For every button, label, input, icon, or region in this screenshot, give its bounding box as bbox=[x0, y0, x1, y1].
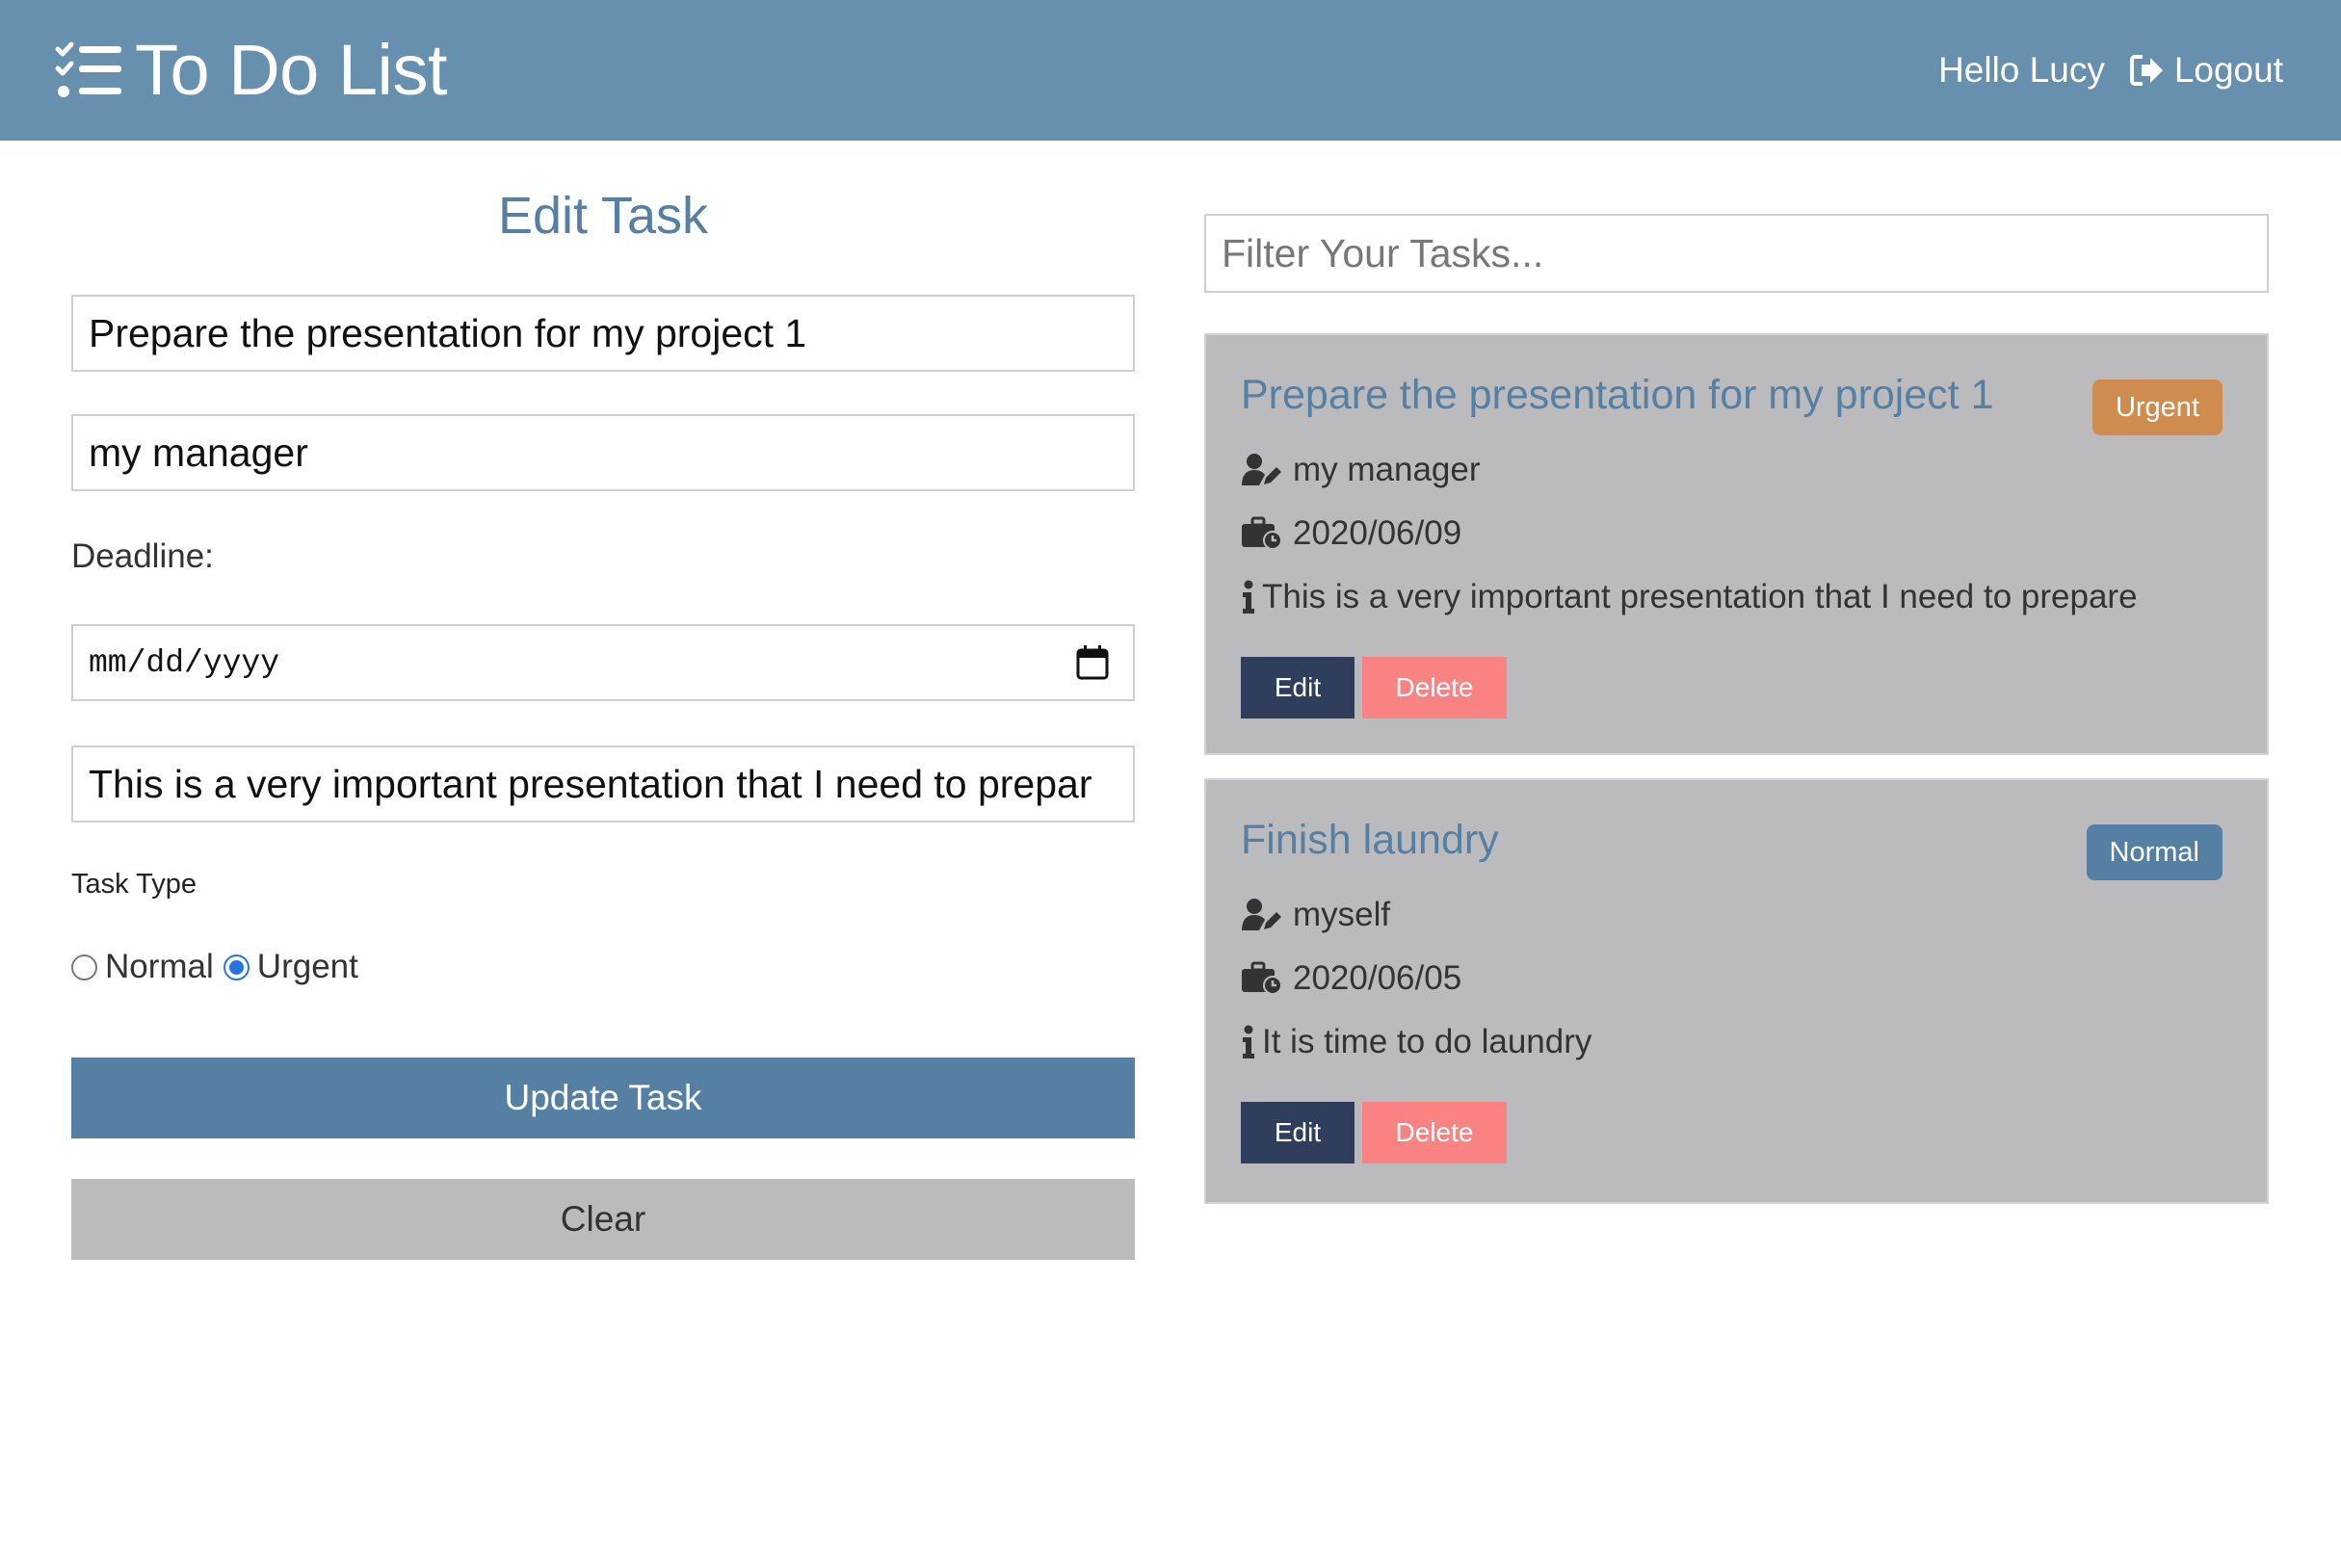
assignee-text: myself bbox=[1293, 896, 1391, 933]
task-deadline: 2020/06/09 bbox=[1241, 514, 1461, 553]
sign-out-icon bbox=[2129, 55, 2163, 86]
radio-normal-label[interactable]: Normal bbox=[105, 948, 214, 986]
task-assignee: my manager bbox=[1241, 451, 1481, 489]
radio-normal[interactable] bbox=[71, 954, 97, 980]
user-edit-icon bbox=[1242, 899, 1281, 930]
update-task-button[interactable]: Update Task bbox=[71, 1058, 1135, 1138]
task-type-label: Task Type bbox=[71, 869, 197, 900]
deadline-text: 2020/06/09 bbox=[1293, 514, 1462, 552]
assignee-text: my manager bbox=[1293, 451, 1481, 488]
filter-placeholder: Filter Your Tasks... bbox=[1222, 230, 1544, 275]
assignee-input[interactable]: my manager bbox=[71, 414, 1135, 491]
deadline-text: 2020/06/05 bbox=[1293, 959, 1462, 997]
briefcase-clock-icon bbox=[1242, 961, 1282, 995]
info-icon bbox=[1243, 1025, 1254, 1058]
card-actions: Edit Delete bbox=[1241, 657, 1507, 719]
logout-link[interactable]: Logout bbox=[2129, 50, 2283, 91]
delete-button[interactable]: Delete bbox=[1362, 657, 1507, 719]
logout-label: Logout bbox=[2173, 50, 2283, 90]
radio-urgent[interactable] bbox=[223, 954, 250, 980]
priority-badge: Urgent bbox=[2091, 379, 2223, 435]
task-title: Finish laundry bbox=[1241, 817, 1499, 863]
deadline-label: Deadline: bbox=[71, 537, 214, 575]
task-name-input[interactable]: Prepare the presentation for my project … bbox=[71, 295, 1135, 372]
deadline-date-input[interactable]: mm/dd/yyyy bbox=[71, 624, 1135, 701]
edit-button[interactable]: Edit bbox=[1241, 1102, 1355, 1163]
description-text: This is a very important presentation th… bbox=[1262, 578, 2138, 615]
task-card: Finish laundry Normal myself 2020/06/05 bbox=[1204, 778, 2269, 1204]
checklist-icon bbox=[55, 41, 121, 97]
edit-button[interactable]: Edit bbox=[1241, 657, 1355, 719]
radio-urgent-label[interactable]: Urgent bbox=[257, 948, 358, 986]
task-name-value: Prepare the presentation for my project … bbox=[89, 310, 807, 355]
card-actions: Edit Delete bbox=[1241, 1102, 1507, 1163]
user-greeting: Hello Lucy bbox=[1938, 50, 2105, 90]
deadline-placeholder: mm/dd/yyyy bbox=[89, 644, 280, 681]
description-input[interactable]: This is a very important presentation th… bbox=[71, 745, 1135, 823]
clear-button[interactable]: Clear bbox=[71, 1179, 1135, 1260]
task-card: Prepare the presentation for my project … bbox=[1204, 333, 2269, 755]
assignee-value: my manager bbox=[89, 430, 308, 475]
edit-task-form: Edit Task Prepare the presentation for m… bbox=[71, 141, 1135, 1260]
task-description: This is a very important presentation th… bbox=[1241, 578, 2138, 616]
briefcase-clock-icon bbox=[1242, 516, 1282, 550]
app-title: To Do List bbox=[135, 30, 448, 110]
calendar-icon[interactable] bbox=[1075, 644, 1110, 681]
task-deadline: 2020/06/05 bbox=[1241, 959, 1461, 998]
form-title: Edit Task bbox=[497, 187, 709, 245]
task-description: It is time to do laundry bbox=[1241, 1023, 1591, 1061]
nav-user-area: Hello Lucy Logout bbox=[1938, 50, 2283, 91]
brand[interactable]: To Do List bbox=[54, 30, 448, 110]
priority-badge: Normal bbox=[2086, 824, 2223, 880]
navbar: To Do List Hello Lucy Logout bbox=[0, 0, 2341, 141]
user-edit-icon bbox=[1242, 454, 1281, 485]
task-title: Prepare the presentation for my project … bbox=[1241, 372, 1994, 418]
task-type-radio-group: Normal Urgent bbox=[71, 948, 368, 986]
info-icon bbox=[1243, 580, 1254, 614]
filter-input[interactable]: Filter Your Tasks... bbox=[1204, 214, 2269, 293]
description-text: It is time to do laundry bbox=[1262, 1023, 1592, 1060]
delete-button[interactable]: Delete bbox=[1362, 1102, 1507, 1163]
description-value: This is a very important presentation th… bbox=[89, 761, 1092, 806]
task-assignee: myself bbox=[1241, 896, 1390, 934]
